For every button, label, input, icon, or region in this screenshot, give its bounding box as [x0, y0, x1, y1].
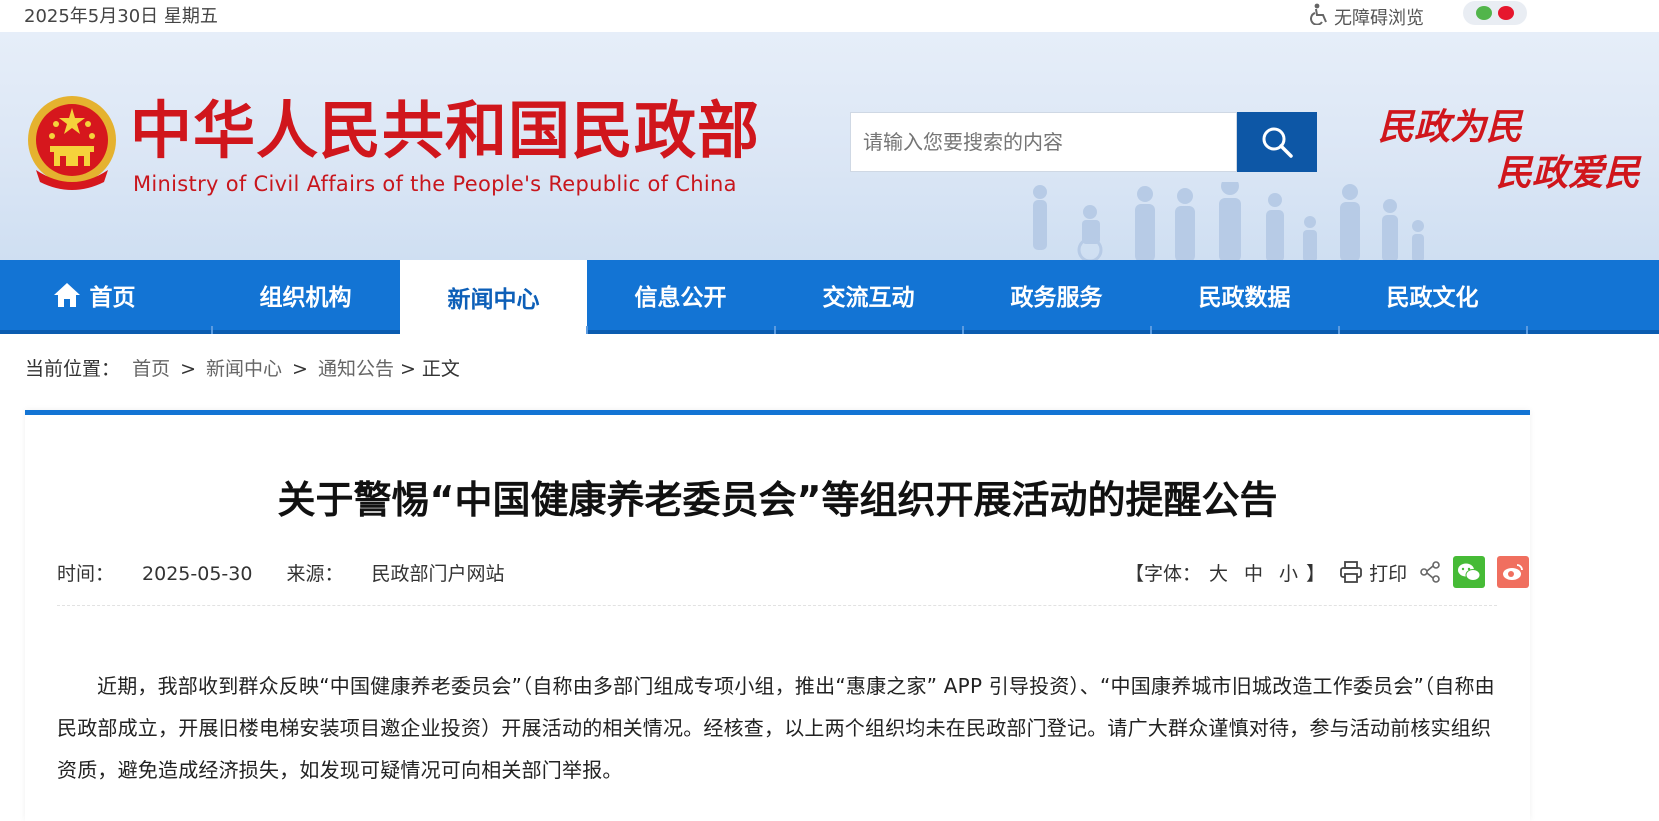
- article-panel: 关于警惕“中国健康养老委员会”等组织开展活动的提醒公告 时间： 2025-05-3…: [25, 410, 1530, 821]
- nav-divider: [774, 326, 776, 334]
- share-icon[interactable]: [1419, 561, 1441, 583]
- current-date: 2025年5月30日 星期五: [24, 6, 218, 27]
- slogan-line-2: 民政爱民: [1496, 152, 1641, 194]
- print-button[interactable]: 打印: [1339, 559, 1407, 586]
- breadcrumb-notices[interactable]: 通知公告: [318, 358, 394, 380]
- slogan-line-1: 民政为民: [1378, 106, 1523, 148]
- font-size-medium[interactable]: 中: [1244, 559, 1263, 586]
- breadcrumb-news-center[interactable]: 新闻中心: [206, 358, 282, 380]
- site-banner: 中华人民共和国民政部 Ministry of Civil Affairs of …: [0, 32, 1659, 260]
- search-input[interactable]: [851, 113, 1236, 171]
- article-source: 来源： 民政部门户网站: [286, 563, 504, 585]
- publish-time: 时间： 2025-05-30: [57, 563, 252, 585]
- site-title-en: Ministry of Civil Affairs of the People'…: [133, 172, 737, 196]
- social-share-pill: [1463, 1, 1527, 25]
- breadcrumb-prefix: 当前位置：: [25, 358, 121, 380]
- search-button[interactable]: [1237, 112, 1317, 172]
- time-value: 2025-05-30: [142, 563, 253, 585]
- article-meta: 时间： 2025-05-30 来源： 民政部门户网站: [57, 559, 505, 586]
- printer-icon: [1340, 561, 1362, 583]
- nav-label: 交流互动: [822, 285, 915, 311]
- source-value: 民政部门户网站: [371, 563, 505, 585]
- nav-label: 新闻中心: [447, 287, 540, 313]
- article-title: 关于警惕“中国健康养老委员会”等组织开展活动的提醒公告: [277, 478, 1278, 522]
- nav-item-data[interactable]: 民政数据: [1151, 260, 1338, 330]
- breadcrumb: 当前位置： 首页 > 新闻中心 > 通知公告 > 正文: [25, 354, 460, 381]
- wechat-icon[interactable]: [1476, 6, 1492, 20]
- main-nav: 首页 组织机构 新闻中心 信息公开 交流互动 政务服务 民政数据 民政文化: [0, 260, 1659, 334]
- nav-label: 民政文化: [1386, 285, 1479, 311]
- font-size-open: 【字体：: [1125, 562, 1202, 585]
- people-silhouette-decoration: [1033, 182, 1424, 260]
- nav-divider: [962, 326, 964, 334]
- nav-item-news-center[interactable]: 新闻中心: [400, 260, 587, 334]
- site-title-cn: 中华人民共和国民政部: [130, 94, 761, 167]
- font-size-close: 】: [1306, 562, 1326, 585]
- meta-divider: [57, 605, 1497, 606]
- nav-item-culture[interactable]: 民政文化: [1339, 260, 1526, 330]
- print-label: 打印: [1369, 562, 1408, 585]
- nav-divider: [1526, 326, 1528, 334]
- wheelchair-icon: [1310, 3, 1330, 30]
- time-label: 时间：: [57, 563, 115, 585]
- accessibility-link[interactable]: 无障碍浏览: [1310, 3, 1424, 30]
- top-bar: 2025年5月30日 星期五 无障碍浏览: [0, 0, 1659, 32]
- article-tools: 【字体： 大 中 小 】 打印: [1125, 554, 1530, 590]
- nav-item-info-disclosure[interactable]: 信息公开: [587, 260, 774, 330]
- nav-label: 信息公开: [634, 285, 727, 311]
- nav-divider: [211, 326, 213, 334]
- nav-divider: [1150, 326, 1152, 334]
- weibo-icon[interactable]: [1498, 6, 1514, 20]
- nav-label: 组织机构: [259, 285, 352, 311]
- weibo-share-icon[interactable]: [1497, 556, 1530, 588]
- search-box: [850, 112, 1237, 172]
- font-size-large[interactable]: 大: [1209, 559, 1228, 586]
- national-emblem-logo: [28, 96, 116, 190]
- nav-item-home[interactable]: 首页: [0, 260, 187, 330]
- nav-label: 民政数据: [1198, 285, 1291, 311]
- font-size-small[interactable]: 小: [1279, 559, 1298, 586]
- nav-item-interaction[interactable]: 交流互动: [775, 260, 962, 330]
- breadcrumb-separator: >: [292, 358, 308, 380]
- source-label: 来源：: [286, 563, 344, 585]
- wechat-share-icon[interactable]: [1453, 556, 1486, 588]
- nav-item-services[interactable]: 政务服务: [963, 260, 1150, 330]
- breadcrumb-home[interactable]: 首页: [132, 358, 170, 380]
- nav-label: 政务服务: [1010, 285, 1103, 311]
- nav-divider: [1338, 326, 1340, 334]
- search-icon: [1262, 127, 1293, 158]
- nav-label: 首页: [89, 285, 136, 311]
- home-icon: [53, 283, 80, 307]
- breadcrumb-separator: >: [399, 358, 416, 380]
- nav-divider: [586, 326, 588, 334]
- article-body: 近期，我部收到群众反映“中国健康养老委员会”（自称由多部门组成专项小组，推出“惠…: [57, 674, 1495, 782]
- nav-item-organization[interactable]: 组织机构: [212, 260, 399, 330]
- accessibility-label: 无障碍浏览: [1334, 7, 1424, 29]
- breadcrumb-current: 正文: [421, 358, 460, 380]
- breadcrumb-separator: >: [180, 358, 196, 380]
